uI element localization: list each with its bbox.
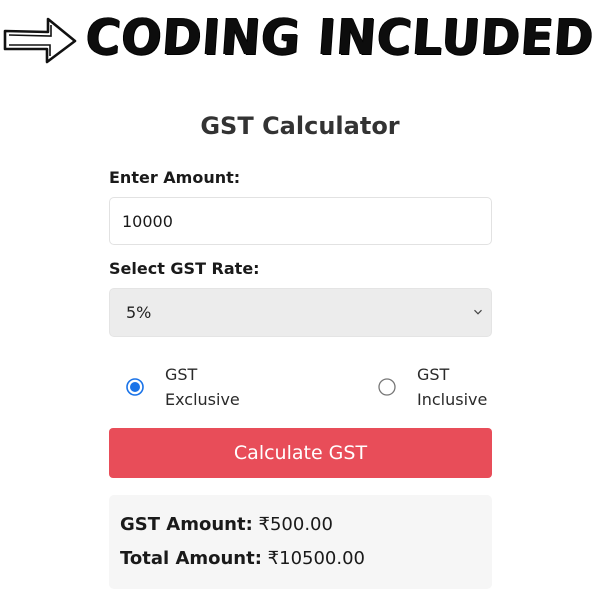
gst-rate-selected-value: 5% [126,303,152,322]
chevron-down-icon [474,309,482,315]
radio-unselected-icon[interactable] [378,378,396,396]
calculate-gst-button[interactable]: Calculate GST [109,428,492,478]
result-panel: GST Amount: ₹500.00 Total Amount: ₹10500… [109,495,492,589]
gst-amount-value: ₹500.00 [258,514,333,535]
gst-inclusive-label-line1: GST [417,365,450,384]
radio-selected-icon[interactable] [126,378,144,396]
gst-amount-row: GST Amount: ₹500.00 [120,514,333,535]
total-amount-value: ₹10500.00 [267,548,366,569]
gst-exclusive-label: GST Exclusive [165,362,240,412]
promo-banner: CODING INCLUDED [0,6,600,70]
gst-amount-label: GST Amount: [120,514,253,535]
gst-exclusive-label-line1: GST [165,365,198,384]
gst-exclusive-option[interactable]: GST Exclusive [126,362,256,412]
total-amount-label: Total Amount: [120,548,262,569]
amount-label: Enter Amount: [109,168,241,187]
page-title: GST Calculator [200,112,400,140]
arrow-right-icon [3,17,77,64]
gst-inclusive-label-line2: Inclusive [417,390,488,409]
gst-inclusive-option[interactable]: GST Inclusive [378,362,496,412]
total-amount-row: Total Amount: ₹10500.00 [120,548,365,569]
gst-inclusive-label: GST Inclusive [417,362,487,412]
gst-rate-select[interactable]: 5% [109,288,492,337]
gst-exclusive-label-line2: Exclusive [165,390,240,409]
banner-title: CODING INCLUDED [84,8,597,67]
amount-input[interactable] [109,197,492,245]
gst-rate-label: Select GST Rate: [109,259,260,278]
